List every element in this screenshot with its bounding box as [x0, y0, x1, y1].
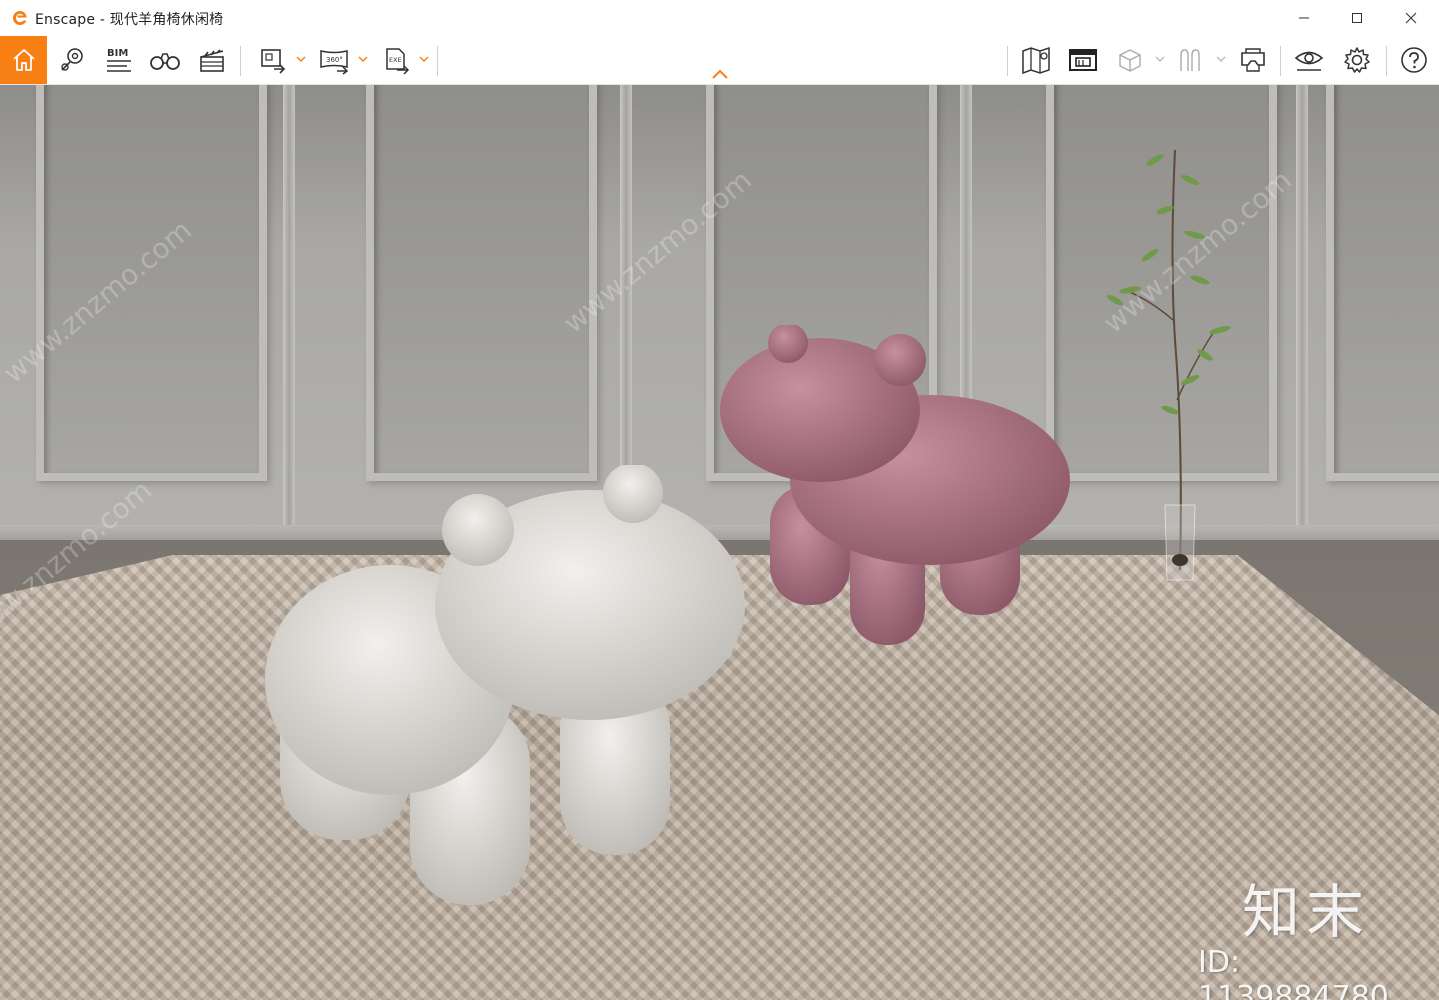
home-button[interactable]: [0, 36, 47, 84]
watermark-id: ID: 1139884780: [1198, 945, 1389, 1000]
toolbar-separator: [1280, 46, 1281, 76]
collapse-toolbar-chevron-icon[interactable]: [710, 68, 730, 80]
chevron-down-icon[interactable]: [1216, 55, 1226, 63]
cube-icon: [1119, 49, 1141, 72]
title-bar: Enscape - 现代羊角椅休闲椅: [0, 0, 1439, 36]
footsteps-icon: [1180, 49, 1200, 71]
bim-label: BIM: [107, 48, 128, 59]
chevron-down-icon[interactable]: [1155, 55, 1165, 63]
gear-icon: [1344, 47, 1370, 73]
help-button[interactable]: [1393, 36, 1435, 84]
minimize-button[interactable]: [1281, 0, 1327, 36]
bim-button[interactable]: BIM: [97, 36, 139, 84]
chevron-down-icon[interactable]: [358, 55, 368, 63]
location-button[interactable]: [52, 36, 92, 84]
visual-settings-button[interactable]: [1288, 36, 1330, 84]
chevron-down-icon[interactable]: [419, 55, 429, 63]
clapperboard-icon: [200, 49, 224, 72]
walk-mode-button[interactable]: [1172, 36, 1208, 84]
toolbar-separator: [240, 46, 241, 76]
close-icon: [1405, 12, 1417, 24]
main-toolbar: BIM 360° EXE: [0, 36, 1439, 85]
render-viewport[interactable]: www.znzmo.com www.znzmo.com www.znzmo.co…: [0, 85, 1439, 1000]
map-button[interactable]: [1016, 36, 1056, 84]
maximize-button[interactable]: [1334, 0, 1380, 36]
panorama-label: 360°: [326, 56, 343, 64]
map-icon: [1022, 46, 1050, 75]
pink-sheep-chair: [720, 325, 1070, 645]
exe-label: EXE: [389, 56, 402, 64]
close-button[interactable]: [1388, 0, 1434, 36]
wall-panel: [1326, 85, 1439, 481]
views-button[interactable]: [144, 36, 186, 84]
wall-stripe: [1296, 85, 1308, 545]
minimize-icon: [1299, 17, 1309, 19]
vr-headset-icon: [1241, 48, 1265, 72]
eye-icon: [1294, 51, 1324, 71]
asset-library-icon: [1069, 49, 1097, 71]
video-editor-button[interactable]: [191, 36, 233, 84]
view-mode-button[interactable]: [1112, 36, 1148, 84]
panorama-360-icon: 360°: [320, 50, 349, 75]
white-sheep-chair: [265, 465, 745, 905]
binoculars-icon: [150, 53, 180, 70]
maximize-icon: [1352, 13, 1362, 23]
map-pin-icon: [61, 48, 83, 71]
vr-headset-button[interactable]: [1232, 36, 1274, 84]
help-icon: [1401, 47, 1427, 73]
window-title: Enscape - 现代羊角椅休闲椅: [35, 12, 224, 28]
render-export-icon: [261, 49, 286, 74]
toolbar-separator: [1386, 46, 1387, 76]
asset-library-button[interactable]: [1062, 36, 1104, 84]
settings-button[interactable]: [1336, 36, 1378, 84]
toolbar-separator: [1007, 46, 1008, 76]
exe-export-icon: EXE: [386, 48, 410, 75]
wall-panel: [36, 85, 267, 481]
render-export-button[interactable]: [252, 36, 292, 84]
enscape-logo-icon: [12, 10, 27, 25]
chevron-down-icon[interactable]: [296, 55, 306, 63]
toolbar-separator: [437, 46, 438, 76]
bim-icon: BIM: [107, 48, 131, 72]
watermark-logo: 知末: [1242, 878, 1371, 946]
wall-panel: [366, 85, 597, 481]
exe-export-button[interactable]: EXE: [376, 36, 416, 84]
panorama-export-button[interactable]: 360°: [313, 36, 355, 84]
home-icon: [12, 49, 35, 71]
